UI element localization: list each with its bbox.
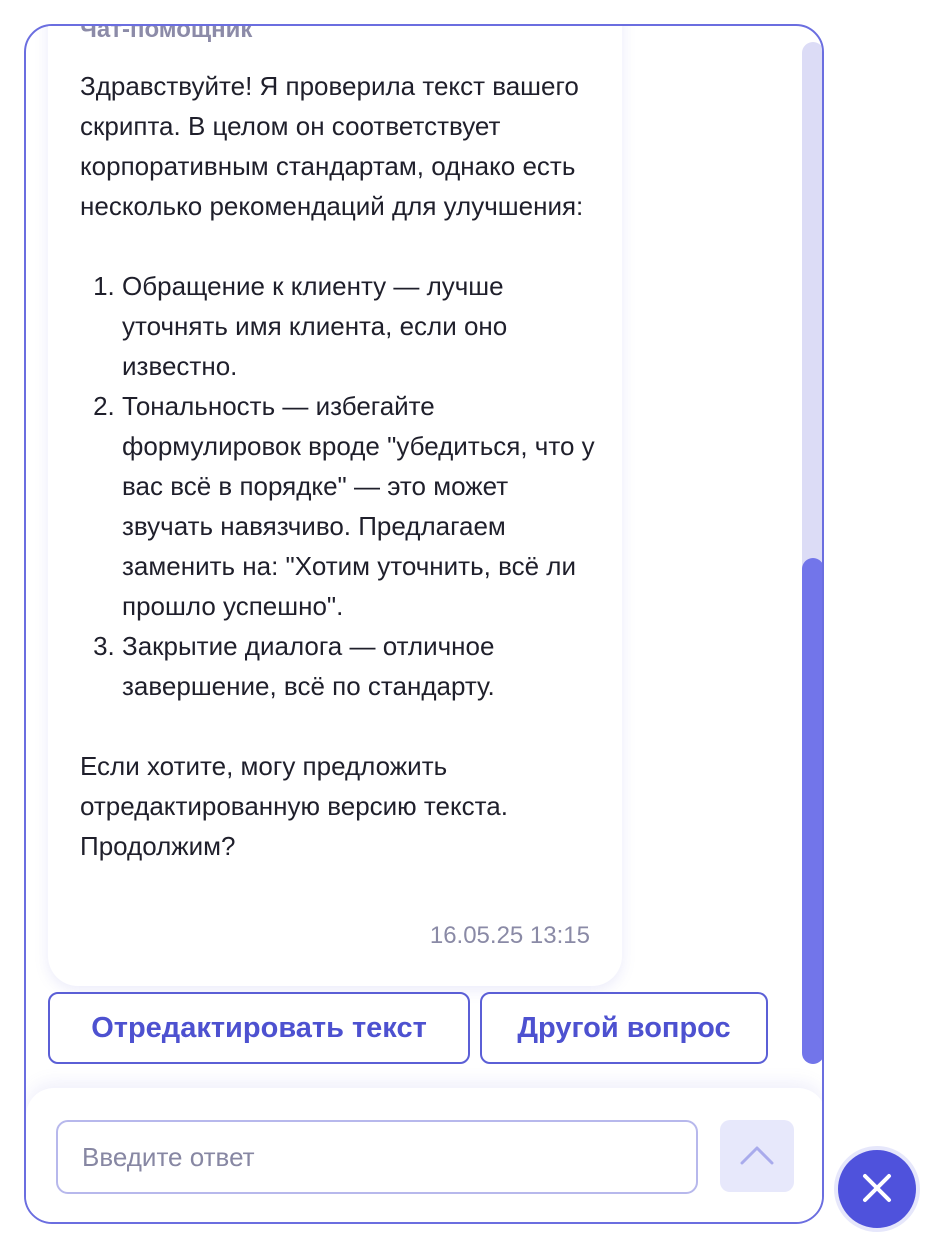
scrollbar-track[interactable]	[802, 42, 822, 1064]
quick-replies: Отредактировать текст Другой вопрос	[48, 992, 768, 1064]
message-outro: Если хотите, могу предложить отредактиро…	[80, 751, 508, 861]
recommendation-list: Обращение к клиенту — лучше уточнять имя…	[80, 266, 600, 706]
composer	[26, 1088, 822, 1222]
message-list: Чат-помощник Здравствуйте! Я проверила т…	[26, 26, 802, 1090]
message-timestamp: 16.05.25 13:15	[429, 922, 590, 949]
recommendation-item: Закрытие диалога — отличное завершение, …	[122, 626, 600, 706]
assistant-message-bubble: Чат-помощник Здравствуйте! Я проверила т…	[48, 26, 622, 986]
answer-input[interactable]	[56, 1120, 698, 1194]
close-icon	[860, 1171, 894, 1208]
scrollbar-thumb[interactable]	[802, 558, 822, 1064]
another-question-button[interactable]: Другой вопрос	[480, 992, 768, 1064]
message-text: Здравствуйте! Я проверила текст вашего с…	[80, 66, 600, 866]
send-button[interactable]	[720, 1120, 794, 1192]
chevron-up-icon	[739, 1144, 775, 1169]
edit-text-button[interactable]: Отредактировать текст	[48, 992, 470, 1064]
close-chat-button[interactable]	[834, 1146, 920, 1232]
message-intro: Здравствуйте! Я проверила текст вашего с…	[80, 71, 584, 221]
chat-widget: Чат-помощник Здравствуйте! Я проверила т…	[24, 24, 824, 1224]
recommendation-item: Обращение к клиенту — лучше уточнять имя…	[122, 266, 600, 386]
recommendation-item: Тональность — избегайте формулировок вро…	[122, 386, 600, 626]
sender-name: Чат-помощник	[80, 26, 253, 43]
